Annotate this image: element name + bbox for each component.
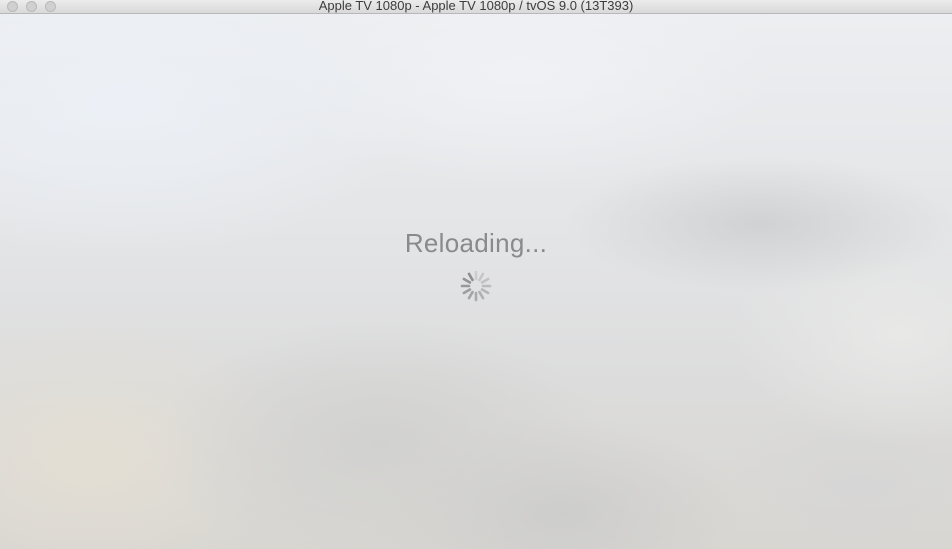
tv-screen[interactable]: Reloading... <box>0 14 952 549</box>
title-bar[interactable]: Apple TV 1080p - Apple TV 1080p / tvOS 9… <box>0 0 952 14</box>
window-title: Apple TV 1080p - Apple TV 1080p / tvOS 9… <box>318 0 634 13</box>
reloading-label: Reloading... <box>404 228 548 258</box>
spinner-spoke <box>462 288 472 295</box>
spinner-spoke <box>467 290 474 300</box>
spinner-spoke <box>480 277 490 284</box>
spinner-spoke <box>478 290 485 300</box>
simulator-window: Apple TV 1080p - Apple TV 1080p / tvOS 9… <box>0 0 952 549</box>
spinner-spoke <box>478 272 485 282</box>
activity-spinner-icon <box>459 269 493 303</box>
spinner-spoke <box>462 277 472 284</box>
spinner-spoke <box>480 288 490 295</box>
spinner-spoke <box>467 272 474 282</box>
